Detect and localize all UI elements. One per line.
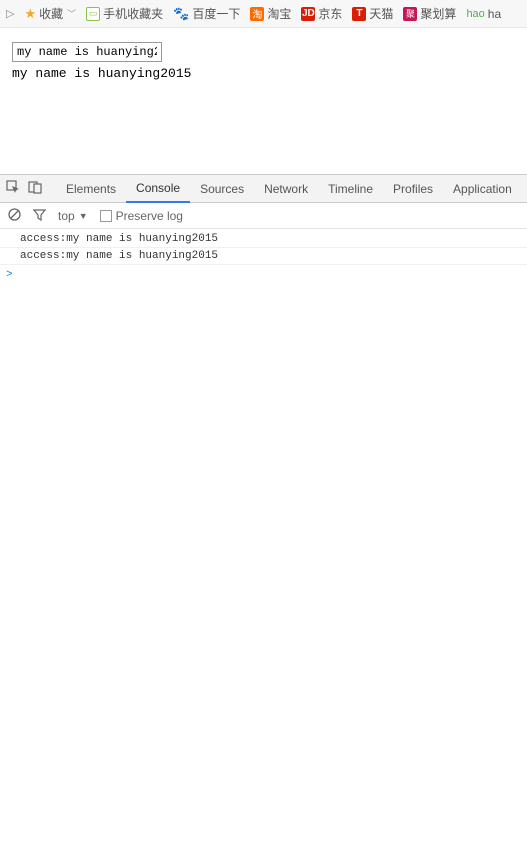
prompt-caret-icon: > — [6, 269, 13, 281]
text-input[interactable] — [12, 42, 162, 62]
tab-network[interactable]: Network — [254, 175, 318, 203]
tab-application[interactable]: Application — [443, 175, 522, 203]
bookmark-item-jd[interactable]: JD 京东 — [301, 5, 342, 22]
bookmark-item-hao[interactable]: hao ha — [466, 7, 501, 21]
bookmark-label: 京东 — [318, 5, 342, 22]
filter-icon[interactable] — [33, 208, 46, 224]
tab-console[interactable]: Console — [126, 175, 190, 203]
page-output-text: my name is huanying2015 — [12, 66, 515, 81]
bookmark-item-juhuasuan[interactable]: 聚 聚划算 — [403, 5, 456, 22]
baidu-icon: 🐾 — [173, 6, 189, 22]
devtools-panel: Elements Console Sources Network Timelin… — [0, 174, 527, 855]
star-icon: ★ — [24, 6, 36, 22]
console-output: access:my name is huanying2015 access:my… — [0, 229, 527, 855]
devtools-tabbar: Elements Console Sources Network Timelin… — [0, 175, 527, 203]
console-log-line[interactable]: access:my name is huanying2015 — [0, 231, 527, 248]
context-selector[interactable]: top ▼ — [58, 209, 88, 223]
inspect-element-icon[interactable] — [6, 180, 20, 197]
bookmark-label: 天猫 — [369, 5, 393, 22]
bookmark-item-phone[interactable]: ▭ 手机收藏夹 — [86, 5, 163, 22]
tab-profiles[interactable]: Profiles — [383, 175, 443, 203]
console-input-prompt[interactable]: > — [0, 265, 527, 285]
bookmark-item-tmall[interactable]: T 天猫 — [352, 5, 393, 22]
chevron-down-icon: ﹀ — [67, 7, 76, 20]
device-mode-icon[interactable] — [28, 180, 42, 197]
console-toolbar: top ▼ Preserve log — [0, 203, 527, 229]
browser-bookmarks-toolbar: ▷ ★ 收藏 ﹀ ▭ 手机收藏夹 🐾 百度一下 淘 淘宝 JD 京东 T 天猫 … — [0, 0, 527, 28]
favorites-button[interactable]: ★ 收藏 ﹀ — [24, 5, 76, 22]
bookmark-label: 淘宝 — [267, 5, 291, 22]
bookmark-item-baidu[interactable]: 🐾 百度一下 — [173, 5, 240, 22]
favorites-label: 收藏 — [39, 5, 63, 22]
hao-icon: hao — [466, 8, 484, 20]
bookmark-item-taobao[interactable]: 淘 淘宝 — [250, 5, 291, 22]
bookmark-label: ha — [488, 7, 501, 21]
taobao-icon: 淘 — [250, 7, 264, 21]
preserve-log-checkbox[interactable]: Preserve log — [100, 209, 183, 223]
tab-timeline[interactable]: Timeline — [318, 175, 383, 203]
tab-sources[interactable]: Sources — [190, 175, 254, 203]
preserve-log-label: Preserve log — [116, 209, 183, 223]
page-body: my name is huanying2015 — [0, 28, 527, 174]
bookmark-label: 聚划算 — [420, 5, 456, 22]
jd-icon: JD — [301, 7, 315, 21]
phone-icon: ▭ — [86, 7, 100, 21]
tmall-icon: T — [352, 7, 366, 21]
juhuasuan-icon: 聚 — [403, 7, 417, 21]
clear-console-icon[interactable] — [8, 208, 21, 224]
dropdown-icon: ▼ — [79, 211, 88, 221]
context-label: top — [58, 209, 75, 223]
tab-elements[interactable]: Elements — [56, 175, 126, 203]
checkbox-box-icon — [100, 210, 112, 222]
console-log-line[interactable]: access:my name is huanying2015 — [0, 248, 527, 265]
bookmark-label: 手机收藏夹 — [103, 5, 163, 22]
nav-forward-icon[interactable]: ▷ — [6, 7, 14, 20]
bookmark-label: 百度一下 — [192, 5, 240, 22]
tab-more[interactable]: Se — [522, 175, 527, 203]
